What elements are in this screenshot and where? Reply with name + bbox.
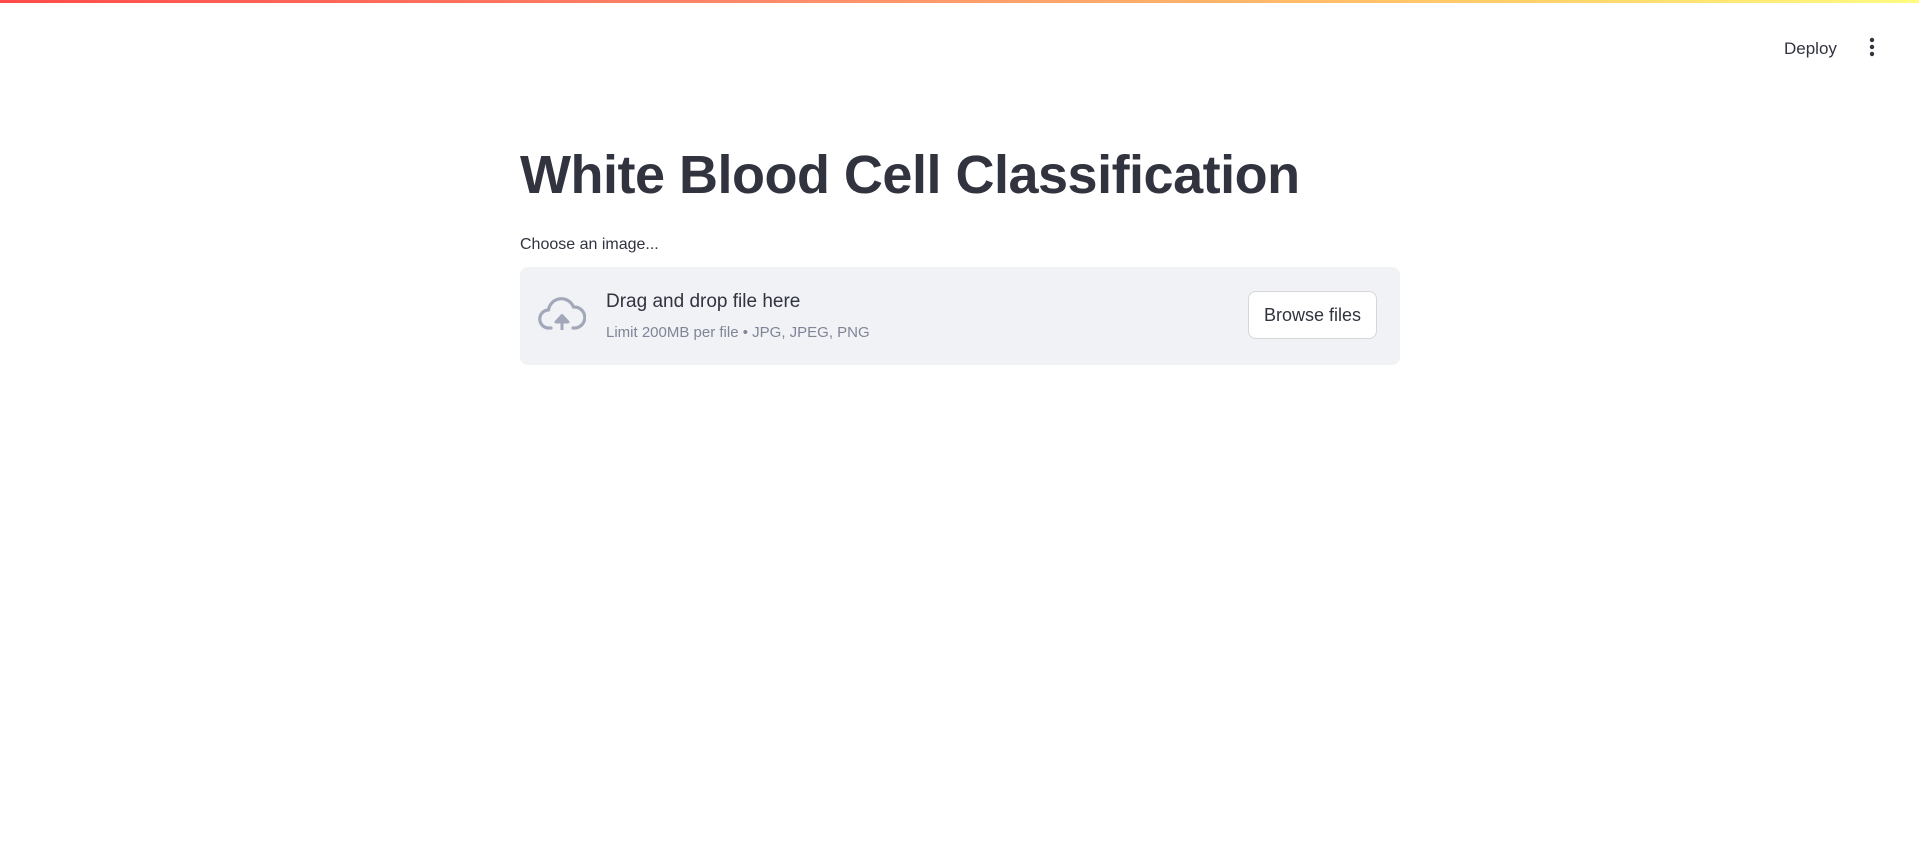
- vertical-ellipsis-icon: [1869, 37, 1875, 62]
- cloud-upload-icon: [538, 294, 587, 336]
- deploy-button[interactable]: Deploy: [1772, 31, 1849, 67]
- file-uploader-label: Choose an image...: [520, 236, 659, 253]
- file-dropzone[interactable]: Drag and drop file here Limit 200MB per …: [520, 267, 1400, 365]
- dropzone-title: Drag and drop file here: [606, 291, 801, 312]
- app-header: Deploy: [0, 3, 1919, 91]
- page-title: White Blood Cell Classification: [520, 145, 1300, 205]
- dropzone-limit-text: Limit 200MB per file • JPG, JPEG, PNG: [606, 324, 870, 341]
- main-menu-button[interactable]: [1856, 31, 1888, 67]
- browse-files-button[interactable]: Browse files: [1248, 291, 1378, 339]
